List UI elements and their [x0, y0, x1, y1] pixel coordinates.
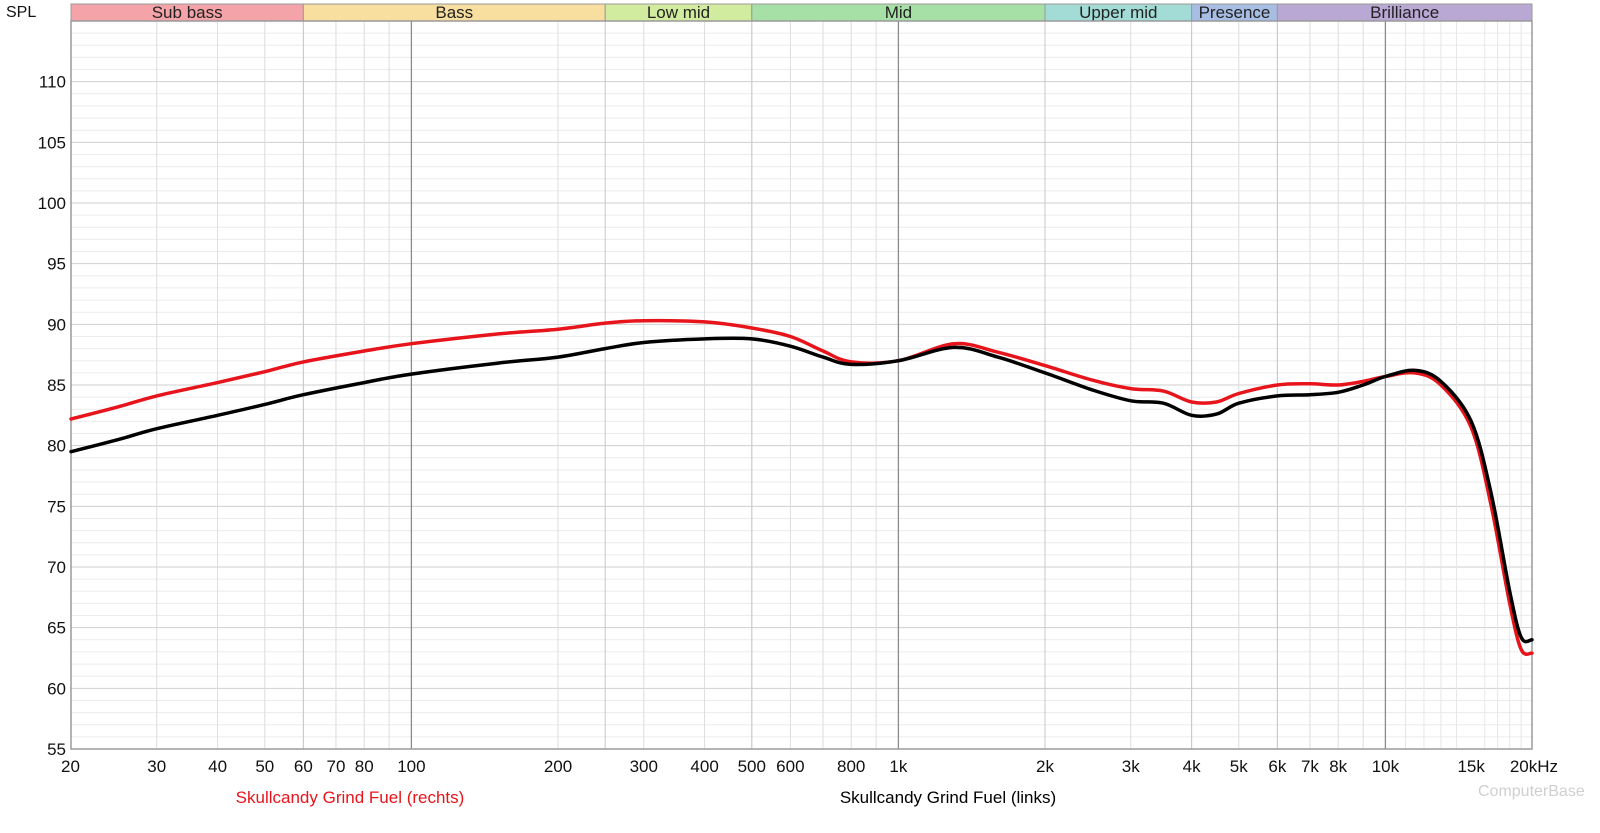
watermark-text: ComputerBase: [1478, 783, 1585, 800]
x-tick-label: 300: [630, 757, 658, 776]
x-tick-label: 100: [397, 757, 425, 776]
x-tick-label: 6k: [1268, 757, 1286, 776]
y-tick-label: 90: [47, 315, 66, 334]
y-tick-label: 65: [47, 619, 66, 638]
y-tick-label: 95: [47, 255, 66, 274]
x-tick-label: 60: [294, 757, 313, 776]
band-label-4: Upper mid: [1079, 3, 1157, 22]
band-label-5: Presence: [1199, 3, 1271, 22]
y-axis-title: SPL: [6, 4, 36, 21]
x-tick-label: 4k: [1183, 757, 1201, 776]
x-tick-label: 80: [355, 757, 374, 776]
x-tick-label: 1k: [889, 757, 907, 776]
frequency-response-chart: Sub bass Bass Low mid Mid Upper mid Presence B…: [0, 0, 1600, 833]
x-tick-label: 10k: [1372, 757, 1400, 776]
x-tick-label: 5k: [1230, 757, 1248, 776]
x-tick-label: 200: [544, 757, 572, 776]
y-tick-label: 70: [47, 558, 66, 577]
band-label-1: Bass: [435, 3, 473, 22]
x-tick-label: 50: [255, 757, 274, 776]
x-tick-label: 8k: [1329, 757, 1347, 776]
x-tick-label: 7k: [1301, 757, 1319, 776]
y-tick-label: 60: [47, 679, 66, 698]
band-label-0: Sub bass: [152, 3, 223, 22]
legend-entry-1: Skullcandy Grind Fuel (links): [840, 788, 1056, 807]
chart-background: [0, 0, 1600, 833]
x-tick-label: 2k: [1036, 757, 1054, 776]
x-tick-label: 15k: [1457, 757, 1485, 776]
y-tick-label: 100: [38, 194, 66, 213]
y-tick-label: 105: [38, 133, 66, 152]
x-tick-label: 600: [776, 757, 804, 776]
x-tick-label: 30: [147, 757, 166, 776]
x-tick-label: 70: [327, 757, 346, 776]
legend-entry-0: Skullcandy Grind Fuel (rechts): [236, 788, 465, 807]
x-tick-label: 20: [61, 757, 80, 776]
y-tick-label: 110: [39, 73, 66, 92]
x-tick-label: 400: [690, 757, 718, 776]
band-label-6: Brilliance: [1370, 3, 1439, 22]
band-label-2: Low mid: [647, 3, 710, 22]
y-tick-label: 80: [47, 437, 66, 456]
x-tick-label: 20kHz: [1510, 757, 1558, 776]
y-tick-label: 85: [47, 376, 66, 395]
x-tick-label: 3k: [1122, 757, 1140, 776]
x-tick-label: 800: [837, 757, 865, 776]
band-label-3: Mid: [885, 3, 912, 22]
y-tick-label: 75: [47, 497, 66, 516]
x-tick-label: 500: [738, 757, 766, 776]
x-tick-label: 40: [208, 757, 227, 776]
frequency-bands: Sub bass Bass Low mid Mid Upper mid Presence B…: [70, 3, 1533, 22]
